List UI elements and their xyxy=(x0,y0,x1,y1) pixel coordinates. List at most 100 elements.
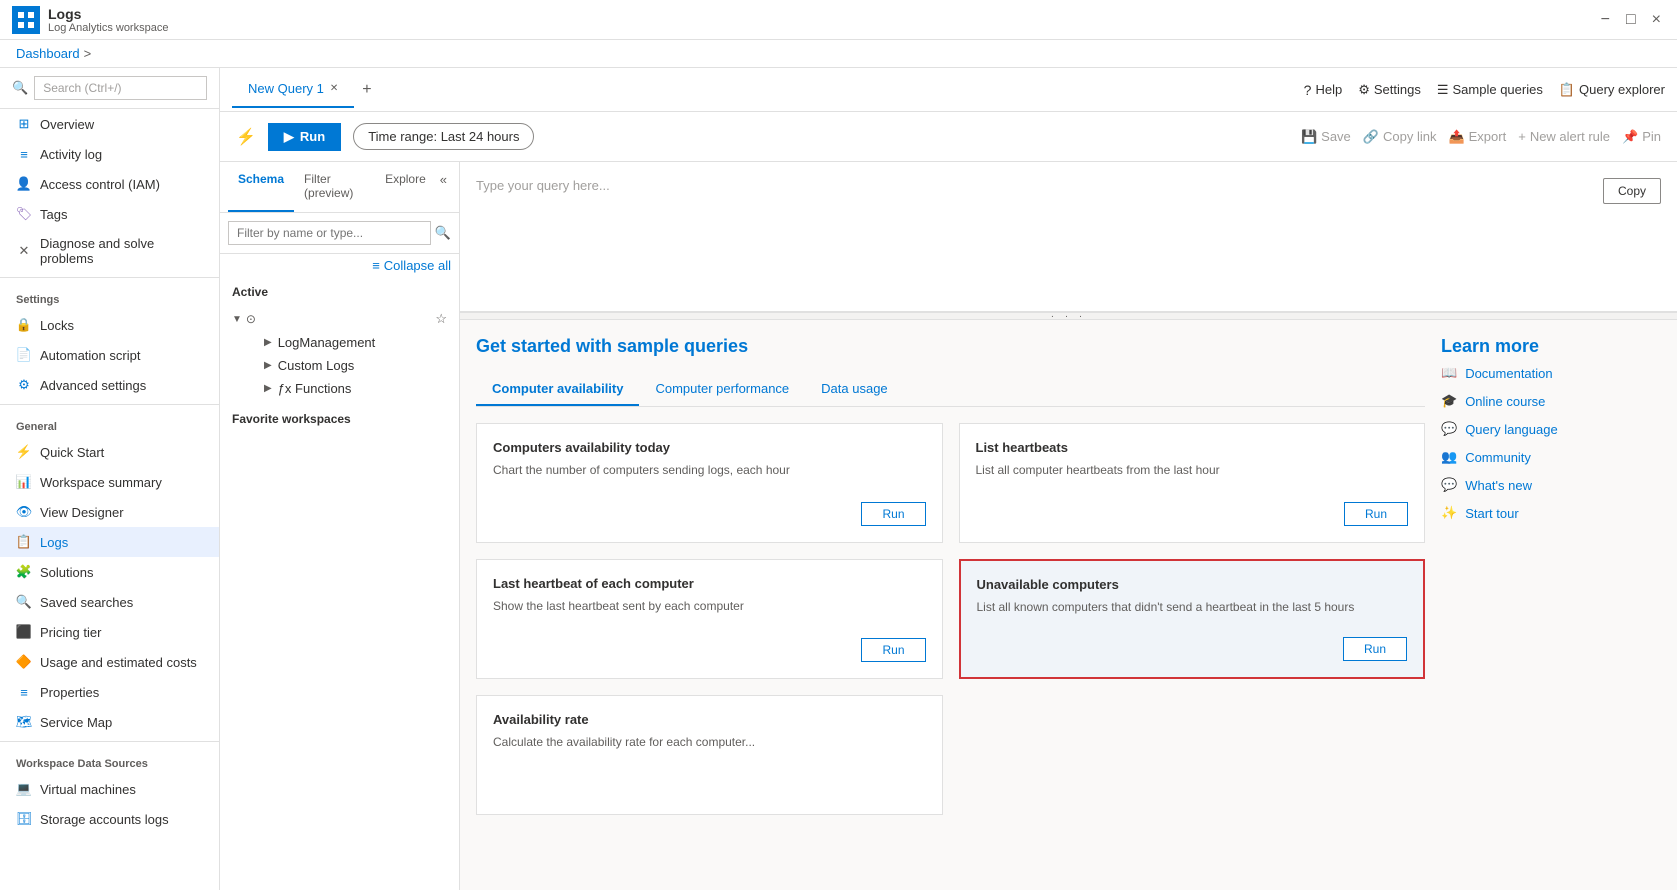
sidebar-item-workspace-summary[interactable]: 📊 Workspace summary xyxy=(0,467,219,497)
sidebar-item-pricing[interactable]: ⬛ Pricing tier xyxy=(0,617,219,647)
save-icon: 💾 xyxy=(1301,129,1317,145)
learn-more-online-course[interactable]: 🎓 Online course xyxy=(1441,393,1661,409)
search-icon: 🔍 xyxy=(12,80,28,96)
collapse-all-button[interactable]: ≡ Collapse all xyxy=(220,254,459,277)
card-3-run-button[interactable]: Run xyxy=(1343,637,1407,661)
learn-more-community[interactable]: 👥 Community xyxy=(1441,449,1661,465)
active-db-star[interactable]: ☆ xyxy=(435,311,447,327)
copy-button[interactable]: Copy xyxy=(1603,178,1661,204)
saved-searches-icon: 🔍 xyxy=(16,594,32,610)
help-button[interactable]: ? Help xyxy=(1304,82,1343,98)
sidebar-item-saved-searches[interactable]: 🔍 Saved searches xyxy=(0,587,219,617)
sidebar-item-diagnose[interactable]: ✕ Diagnose and solve problems xyxy=(0,229,219,273)
service-map-icon: 🗺 xyxy=(16,714,32,730)
sidebar-item-vm[interactable]: 💻 Virtual machines xyxy=(0,774,219,804)
start-tour-icon: ✨ xyxy=(1441,505,1457,521)
close-button[interactable]: × xyxy=(1648,7,1665,33)
learn-more-documentation[interactable]: 📖 Documentation xyxy=(1441,365,1661,381)
sidebar-item-quickstart[interactable]: ⚡ Quick Start xyxy=(0,437,219,467)
usage-icon: 🔶 xyxy=(16,654,32,670)
schema-tab-explore[interactable]: Explore xyxy=(375,162,436,212)
filter-icon[interactable]: ⚡ xyxy=(236,127,256,147)
breadcrumb-dashboard[interactable]: Dashboard xyxy=(16,46,80,61)
schema-tab-schema[interactable]: Schema xyxy=(228,162,294,212)
title-bar-left: Logs Log Analytics workspace xyxy=(12,6,168,34)
copy-link-button[interactable]: 🔗 Copy link xyxy=(1363,129,1437,145)
sidebar-item-automation[interactable]: 📄 Automation script xyxy=(0,340,219,370)
sidebar-item-view-designer[interactable]: 👁 View Designer xyxy=(0,497,219,527)
sidebar-scroll: ⊞ Overview ≡ Activity log 👤 Access contr… xyxy=(0,109,219,890)
card-1-run-button[interactable]: Run xyxy=(1344,502,1408,526)
schema-collapse-button[interactable]: « xyxy=(436,162,451,212)
sq-tab-computer-performance[interactable]: Computer performance xyxy=(639,373,805,406)
sq-tab-label-1: Computer performance xyxy=(655,381,789,396)
search-input[interactable] xyxy=(34,76,207,100)
favorite-workspaces-label: Favorite workspaces xyxy=(220,404,459,434)
save-button[interactable]: 💾 Save xyxy=(1301,129,1351,145)
maximize-button[interactable]: □ xyxy=(1622,7,1640,33)
tree-item-customlogs[interactable]: ▶ Custom Logs xyxy=(248,354,447,377)
sidebar-item-activity-log[interactable]: ≡ Activity log xyxy=(0,139,219,169)
learn-more-start-tour[interactable]: ✨ Start tour xyxy=(1441,505,1661,521)
card-4-title: Availability rate xyxy=(493,712,926,727)
schema-tab-filter[interactable]: Filter (preview) xyxy=(294,162,375,212)
sidebar-label-overview: Overview xyxy=(40,117,94,132)
minimize-button[interactable]: − xyxy=(1597,7,1614,33)
sidebar-item-overview[interactable]: ⊞ Overview xyxy=(0,109,219,139)
run-button[interactable]: ▶ Run xyxy=(268,123,341,151)
sidebar-item-logs[interactable]: 📋 Logs xyxy=(0,527,219,557)
tree-item-functions[interactable]: ▶ ƒx Functions xyxy=(248,377,447,400)
app-name: Logs xyxy=(48,6,168,22)
sidebar-label-solutions: Solutions xyxy=(40,565,93,580)
query-toolbar: ⚡ ▶ Run Time range: Last 24 hours 💾 Save… xyxy=(220,112,1677,162)
card-2-run-button[interactable]: Run xyxy=(861,638,925,662)
sidebar-item-advanced[interactable]: ⚙ Advanced settings xyxy=(0,370,219,400)
learn-more-query-language[interactable]: 💬 Query language xyxy=(1441,421,1661,437)
export-button[interactable]: 📤 Export xyxy=(1448,129,1506,145)
query-editor[interactable]: Type your query here... Copy xyxy=(460,162,1677,312)
sample-queries-button[interactable]: ☰ Sample queries xyxy=(1437,82,1543,98)
query-explorer-button[interactable]: 📋 Query explorer xyxy=(1559,82,1665,98)
sidebar-item-tags[interactable]: 🏷 Tags xyxy=(0,199,219,229)
sq-tab-computer-availability[interactable]: Computer availability xyxy=(476,373,639,406)
sq-tab-data-usage[interactable]: Data usage xyxy=(805,373,904,406)
view-designer-icon: 👁 xyxy=(16,504,32,520)
settings-button[interactable]: ⚙ Settings xyxy=(1358,82,1421,98)
learn-more-links: 📖 Documentation 🎓 Online course 💬 Query xyxy=(1441,365,1661,521)
tab-new-query-1[interactable]: New Query 1 ✕ xyxy=(232,71,354,108)
community-label: Community xyxy=(1465,450,1531,465)
card-2-title: Last heartbeat of each computer xyxy=(493,576,926,591)
breadcrumb: Dashboard > xyxy=(0,40,1677,68)
sample-queries-header: Get started with sample queries xyxy=(476,336,1425,357)
tree-item-logmanagement[interactable]: ▶ LogManagement xyxy=(248,331,447,354)
sidebar-item-solutions[interactable]: 🧩 Solutions xyxy=(0,557,219,587)
settings-section-label: Settings xyxy=(0,282,219,310)
online-course-label: Online course xyxy=(1465,394,1545,409)
sidebar-item-usage[interactable]: 🔶 Usage and estimated costs xyxy=(0,647,219,677)
learn-more-whats-new[interactable]: 💬 What's new xyxy=(1441,477,1661,493)
sample-queries-title: Get started with sample queries xyxy=(476,336,748,357)
sidebar-label-diagnose: Diagnose and solve problems xyxy=(40,236,203,266)
window-controls: − □ × xyxy=(1597,7,1665,33)
sidebar-item-locks[interactable]: 🔒 Locks xyxy=(0,310,219,340)
sidebar-item-service-map[interactable]: 🗺 Service Map xyxy=(0,707,219,737)
sidebar-item-storage[interactable]: 🗄 Storage accounts logs xyxy=(0,804,219,834)
tab-add-button[interactable]: + xyxy=(354,73,379,107)
sidebar-item-iam[interactable]: 👤 Access control (IAM) xyxy=(0,169,219,199)
sq-tab-label-0: Computer availability xyxy=(492,381,623,396)
iam-icon: 👤 xyxy=(16,176,32,192)
pin-button[interactable]: 📌 Pin xyxy=(1622,129,1661,145)
sidebar-item-properties[interactable]: ≡ Properties xyxy=(0,677,219,707)
new-alert-button[interactable]: + New alert rule xyxy=(1518,129,1610,144)
query-card-4: Availability rate Calculate the availabi… xyxy=(476,695,943,815)
sidebar-label-advanced: Advanced settings xyxy=(40,378,146,393)
tab-close-icon[interactable]: ✕ xyxy=(330,83,338,94)
schema-filter-input[interactable] xyxy=(228,221,431,245)
main-layout: 🔍 ⊞ Overview ≡ Activity log 👤 Access con… xyxy=(0,68,1677,890)
new-alert-label: New alert rule xyxy=(1530,129,1610,144)
card-0-run-button[interactable]: Run xyxy=(861,502,925,526)
time-range-button[interactable]: Time range: Last 24 hours xyxy=(353,123,534,150)
card-1-desc: List all computer heartbeats from the la… xyxy=(976,463,1409,490)
sidebar: 🔍 ⊞ Overview ≡ Activity log 👤 Access con… xyxy=(0,68,220,890)
app-subtitle: Log Analytics workspace xyxy=(48,22,168,34)
